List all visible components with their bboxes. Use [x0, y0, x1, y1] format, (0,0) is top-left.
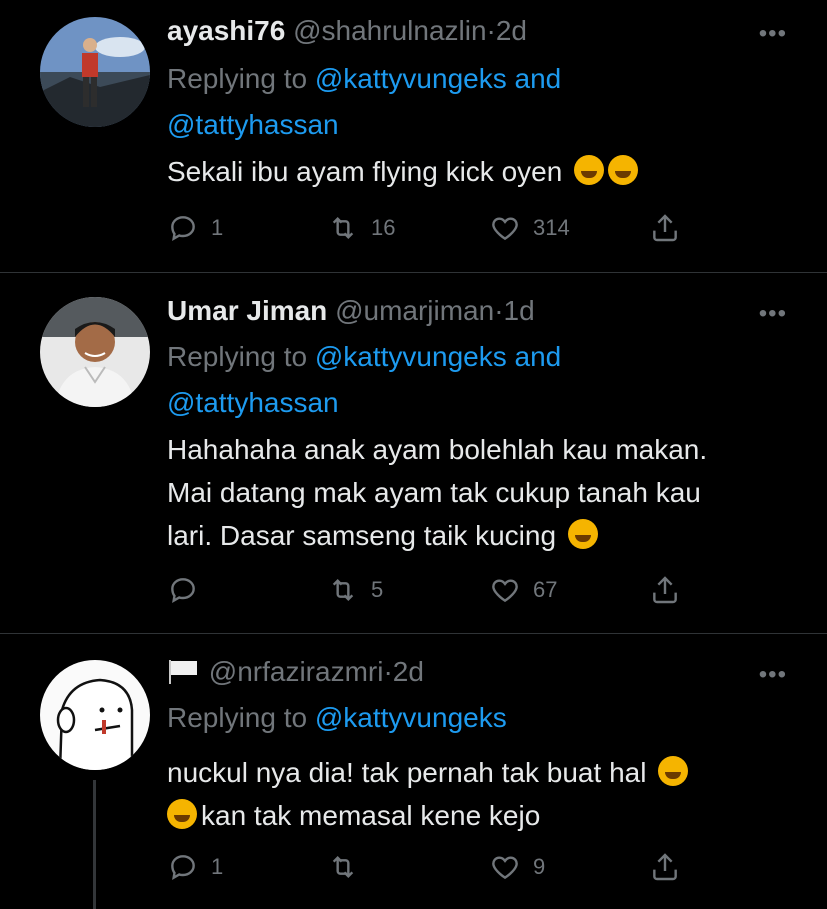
replying-to-label: Replying to — [167, 702, 308, 733]
mention-link[interactable]: @kattyvungeks and — [315, 63, 561, 94]
separator: · — [486, 15, 496, 46]
tweet-text-line: Mai datang mak ayam tak cukup tanah kau — [167, 477, 701, 508]
thread-line — [93, 780, 96, 909]
like-icon — [492, 856, 518, 880]
tweet-text-line: Hahahaha anak ayam bolehlah kau makan. — [167, 434, 708, 465]
retweet-count: 16 — [371, 215, 396, 240]
joy-emoji — [658, 756, 689, 786]
timestamp[interactable]: 1d — [504, 295, 535, 326]
user-handle[interactable]: @nrfazirazmri — [209, 656, 384, 687]
avatar[interactable] — [40, 17, 150, 127]
like-icon — [492, 579, 518, 603]
tweet-header: ayashi76 @shahrulnazlin·2d — [167, 14, 797, 48]
like-count: 67 — [533, 577, 558, 602]
tweet-header: Umar Jiman @umarjiman·1d — [167, 294, 797, 328]
tweet-3[interactable]: ••• @nrfazirazmri·2d Replying to @kattyv… — [0, 634, 827, 909]
avatar[interactable] — [40, 660, 150, 770]
separator: · — [383, 656, 393, 687]
reply-count: 1 — [211, 215, 224, 240]
share-icon — [653, 576, 677, 604]
mention-link[interactable]: @tattyhassan — [167, 387, 339, 418]
tweet-header: @nrfazirazmri·2d — [167, 655, 797, 689]
replying-to: Replying to @kattyvungeks and @tattyhass… — [167, 334, 797, 426]
like-button[interactable]: 314 — [489, 212, 570, 244]
separator: · — [494, 295, 504, 326]
user-handle[interactable]: @umarjiman — [335, 295, 494, 326]
mention-link[interactable]: @kattyvungeks and — [315, 341, 561, 372]
replying-to: Replying to @kattyvungeks and @tattyhass… — [167, 56, 797, 148]
replying-to: Replying to @kattyvungeks — [167, 695, 797, 741]
tweet-text-line: kan tak memasal kene kejo — [201, 800, 541, 831]
timestamp[interactable]: 2d — [393, 656, 424, 687]
tweet-text: Sekali ibu ayam flying kick oyen — [167, 150, 797, 193]
reply-button[interactable]: 1 — [167, 851, 223, 883]
retweet-count: 5 — [371, 577, 384, 602]
like-count: 9 — [533, 854, 546, 879]
display-name[interactable]: ayashi76 — [167, 15, 285, 46]
display-name[interactable]: Umar Jiman — [167, 295, 327, 326]
reply-icon — [171, 578, 195, 603]
tweet-text: Hahahaha anak ayam bolehlah kau makan. M… — [167, 428, 797, 557]
avatar[interactable] — [40, 297, 150, 407]
retweet-button[interactable]: 5 — [327, 574, 383, 606]
user-handle[interactable]: @shahrulnazlin — [293, 15, 486, 46]
rofl-emoji — [567, 519, 598, 549]
retweet-button[interactable] — [327, 851, 371, 883]
tweet-1[interactable]: ••• ayashi76 @shahrulnazlin·2d Replying … — [0, 0, 827, 272]
mention-link[interactable]: @tattyhassan — [167, 109, 339, 140]
tweet-text-line: lari. Dasar samseng taik kucing — [167, 520, 557, 551]
retweet-icon — [332, 855, 354, 879]
replying-to-label: Replying to — [167, 63, 308, 94]
rofl-emoji — [574, 155, 605, 185]
joy-emoji — [167, 799, 197, 829]
reply-icon — [171, 216, 195, 241]
tweet-text-line: nuckul nya dia! tak pernah tak buat hal — [167, 757, 647, 788]
tweet-2[interactable]: ••• Umar Jiman @umarjiman·1d Replying to… — [0, 273, 827, 633]
timestamp[interactable]: 2d — [496, 15, 527, 46]
share-button[interactable] — [649, 851, 681, 883]
tweet-text-line: Sekali ibu ayam flying kick oyen — [167, 156, 563, 187]
like-icon — [492, 217, 518, 241]
reply-button[interactable]: 1 — [167, 212, 223, 244]
tweet-text: nuckul nya dia! tak pernah tak buat hal … — [167, 751, 797, 837]
flag-icon — [169, 660, 197, 684]
share-button[interactable] — [649, 212, 681, 244]
retweet-icon — [332, 578, 354, 602]
share-icon — [653, 853, 677, 881]
like-button[interactable]: 9 — [489, 851, 545, 883]
share-icon — [653, 214, 677, 242]
replying-to-label: Replying to — [167, 341, 308, 372]
like-count: 314 — [533, 215, 570, 240]
rofl-emoji — [608, 155, 639, 185]
mention-link[interactable]: @kattyvungeks — [315, 702, 507, 733]
like-button[interactable]: 67 — [489, 574, 557, 606]
retweet-icon — [332, 216, 354, 240]
retweet-button[interactable]: 16 — [327, 212, 395, 244]
share-button[interactable] — [649, 574, 681, 606]
reply-icon — [171, 855, 195, 880]
reply-button[interactable] — [167, 574, 211, 606]
reply-count: 1 — [211, 854, 224, 879]
